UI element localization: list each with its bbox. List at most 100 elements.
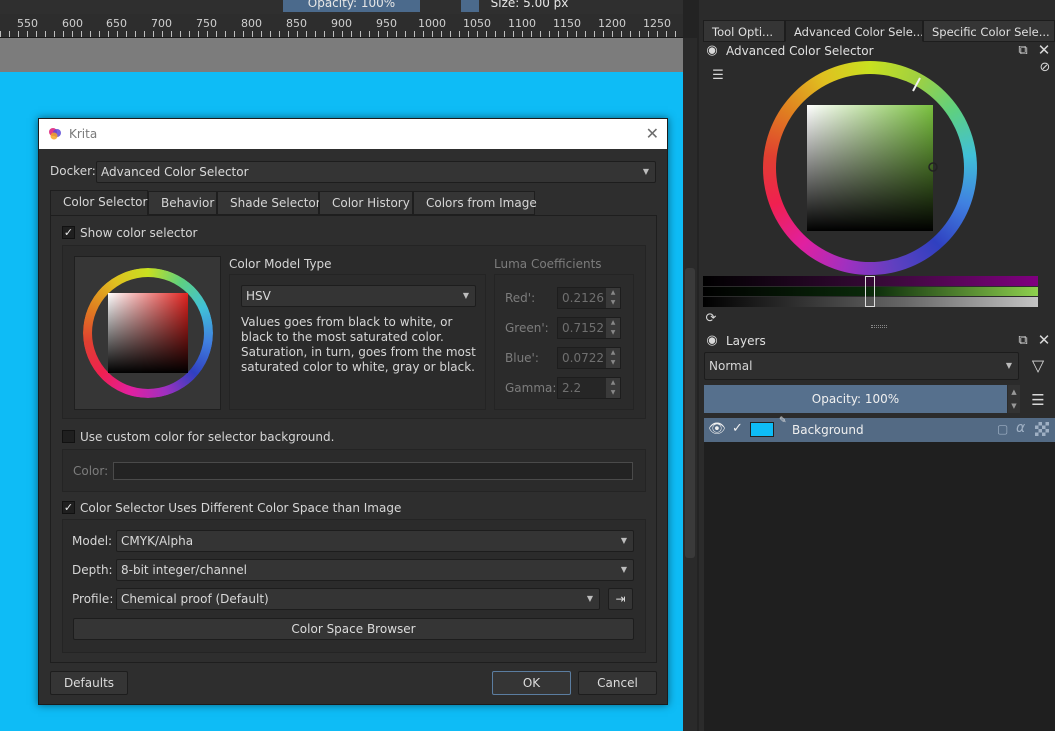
show-selector-label: Show color selector bbox=[80, 226, 198, 240]
lock-icon[interactable]: ◉ bbox=[704, 333, 720, 349]
close-icon[interactable]: ✕ bbox=[646, 119, 659, 149]
tab-shade-selector[interactable]: Shade Selector bbox=[217, 191, 321, 215]
cancel-button[interactable]: Cancel bbox=[578, 671, 657, 695]
tab-behavior[interactable]: Behavior bbox=[148, 191, 217, 215]
inherit-alpha-icon[interactable] bbox=[1035, 422, 1049, 436]
luma-blue-spinbox[interactable]: 0.0722 ▲ ▼ bbox=[557, 347, 621, 369]
close-icon[interactable]: ✕ bbox=[1036, 332, 1052, 348]
top-toolbar: Opacity: 100% Size: 5.00 px bbox=[0, 0, 683, 14]
luma-group: Red': 0.2126 ▲ ▼ Green': 0.7152 ▲ ▼ Blue': 0… bbox=[494, 274, 634, 410]
alpha-icon[interactable]: α bbox=[1016, 420, 1025, 436]
docker-label: Docker: bbox=[50, 164, 96, 178]
model-value: CMYK/Alpha bbox=[121, 534, 194, 548]
scrollbar-thumb[interactable] bbox=[685, 268, 695, 558]
luma-red-label: Red': bbox=[505, 291, 536, 305]
preview-color-wheel[interactable] bbox=[81, 263, 215, 403]
opacity-stepper[interactable]: ▲ ▼ bbox=[1008, 385, 1020, 413]
reset-icon[interactable]: ⊘ bbox=[1037, 60, 1053, 76]
docker-value: Advanced Color Selector bbox=[101, 165, 249, 179]
dialog-titlebar: Krita ✕ bbox=[39, 119, 667, 149]
luma-green-spinbox[interactable]: 0.7152 ▲ ▼ bbox=[557, 317, 621, 339]
model-combo[interactable]: CMYK/Alpha ▼ bbox=[116, 530, 634, 552]
spin-arrows-icon[interactable]: ▲ ▼ bbox=[606, 378, 620, 398]
ruler-label: 900 bbox=[331, 17, 352, 30]
docker-combo[interactable]: Advanced Color Selector ▼ bbox=[96, 161, 656, 183]
model-label: Model: bbox=[72, 534, 113, 548]
color-space-browser-button[interactable]: Color Space Browser bbox=[73, 618, 634, 640]
ruler-label: 750 bbox=[196, 17, 217, 30]
spin-arrows-icon[interactable]: ▲ ▼ bbox=[606, 318, 620, 338]
export-icon: ⇥ bbox=[615, 592, 626, 606]
chevron-down-icon: ▼ bbox=[642, 167, 649, 176]
lock-icon[interactable]: ◉ bbox=[704, 43, 720, 59]
check-icon[interactable]: ✓ bbox=[732, 421, 743, 436]
profile-label: Profile: bbox=[72, 592, 114, 606]
ruler-label: 850 bbox=[286, 17, 307, 30]
splitter-handle[interactable] bbox=[871, 325, 887, 328]
custom-bg-label: Use custom color for selector background… bbox=[80, 430, 335, 444]
color-label: Color: bbox=[73, 464, 109, 478]
right-dock: Tool Opti... Advanced Color Sele... Spec… bbox=[699, 0, 1055, 731]
brush-opacity-slider[interactable]: Opacity: 100% bbox=[283, 0, 420, 12]
layer-row[interactable]: 👁 ✓ ✎ Background ▢ α bbox=[704, 416, 1055, 442]
spin-arrows-icon[interactable]: ▲ ▼ bbox=[606, 348, 620, 368]
blend-mode-combo[interactable]: Normal ▼ bbox=[704, 352, 1019, 380]
tab-specific-color-selector[interactable]: Specific Color Sele... bbox=[923, 20, 1055, 42]
tab-colors-from-image[interactable]: Colors from Image bbox=[413, 191, 537, 215]
color-swatch-button[interactable] bbox=[113, 462, 633, 480]
tab-advanced-color-selector[interactable]: Advanced Color Sele... bbox=[785, 20, 923, 42]
filter-icon[interactable]: ▽ bbox=[1030, 358, 1046, 374]
tab-color-history[interactable]: Color History bbox=[319, 191, 413, 215]
gamma-value: 2.2 bbox=[562, 381, 582, 395]
tab-tool-options[interactable]: Tool Opti... bbox=[703, 20, 785, 42]
ruler-label: 600 bbox=[62, 17, 83, 30]
settings-dialog: Krita ✕ Docker: Advanced Color Selector … bbox=[38, 118, 668, 705]
horizontal-ruler: 550 600 650 700 750 800 850 900 950 1000… bbox=[0, 14, 683, 38]
ruler-label: 1100 bbox=[508, 17, 536, 30]
luma-blue-value: 0.0722 bbox=[562, 351, 604, 365]
gamma-spinbox[interactable]: 2.2 ▲ ▼ bbox=[557, 377, 621, 399]
canvas-scrollbar[interactable] bbox=[683, 38, 697, 731]
model-type-label: Color Model Type bbox=[229, 257, 332, 271]
krita-logo-icon bbox=[49, 128, 61, 140]
eye-icon[interactable]: 👁 bbox=[708, 421, 726, 437]
blend-mode-value: Normal bbox=[709, 359, 753, 373]
ruler-label: 650 bbox=[106, 17, 127, 30]
custom-bg-checkbox[interactable] bbox=[62, 430, 75, 443]
layer-name: Background bbox=[792, 423, 864, 437]
dialog-title: Krita bbox=[69, 127, 98, 141]
lock-icon[interactable]: ▢ bbox=[997, 422, 1008, 436]
chevron-down-icon: ▼ bbox=[462, 291, 469, 300]
settings-list-icon[interactable]: ☰ bbox=[710, 68, 726, 84]
ok-button[interactable]: OK bbox=[492, 671, 571, 695]
luma-red-spinbox[interactable]: 0.2126 ▲ ▼ bbox=[557, 287, 621, 309]
refresh-icon[interactable]: ⟳ bbox=[703, 311, 719, 327]
model-type-combo[interactable]: HSV ▼ bbox=[241, 285, 476, 307]
brush-size-slider[interactable]: Size: 5.00 px bbox=[461, 0, 598, 12]
selector-preview-frame[interactable] bbox=[74, 256, 221, 410]
close-icon[interactable]: ✕ bbox=[1036, 42, 1052, 58]
float-icon[interactable]: ⧉ bbox=[1015, 43, 1031, 59]
model-type-value: HSV bbox=[246, 289, 271, 303]
ruler-label: 1250 bbox=[643, 17, 671, 30]
depth-combo[interactable]: 8-bit integer/channel ▼ bbox=[116, 559, 634, 581]
profile-combo[interactable]: Chemical proof (Default) ▼ bbox=[116, 588, 600, 610]
luma-blue-label: Blue': bbox=[505, 351, 539, 365]
diff-space-checkbox[interactable]: ✓ bbox=[62, 501, 75, 514]
color-wheel[interactable] bbox=[762, 60, 978, 276]
spin-arrows-icon[interactable]: ▲ ▼ bbox=[606, 288, 620, 308]
luma-green-value: 0.7152 bbox=[562, 321, 604, 335]
defaults-button[interactable]: Defaults bbox=[50, 671, 128, 695]
float-icon[interactable]: ⧉ bbox=[1015, 333, 1031, 349]
layer-opacity-slider[interactable]: Opacity: 100% bbox=[704, 385, 1007, 413]
paint-layer-icon: ✎ bbox=[779, 416, 787, 426]
layers-title: Layers bbox=[726, 334, 766, 348]
profile-value: Chemical proof (Default) bbox=[121, 592, 269, 606]
tab-color-selector[interactable]: Color Selector bbox=[50, 190, 148, 216]
export-profile-button[interactable]: ⇥ bbox=[608, 588, 633, 610]
show-selector-checkbox[interactable]: ✓ bbox=[62, 226, 75, 239]
menu-icon[interactable]: ☰ bbox=[1030, 392, 1046, 408]
shade-slider-handle[interactable] bbox=[865, 276, 875, 307]
layers-list[interactable] bbox=[704, 442, 1055, 731]
ruler-label: 1150 bbox=[553, 17, 581, 30]
